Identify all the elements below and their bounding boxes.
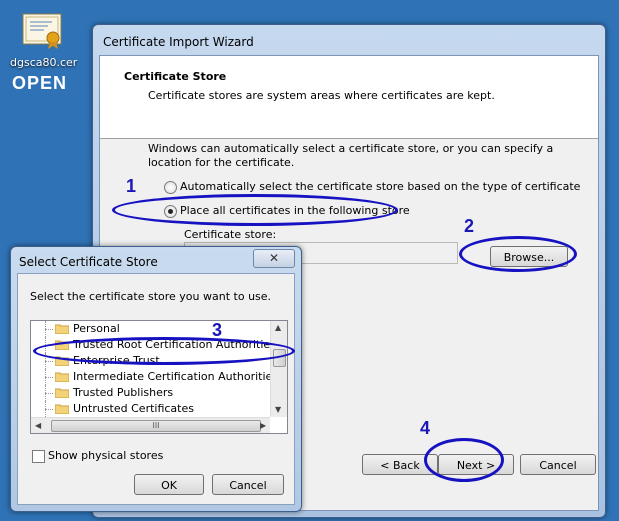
folder-icon [55,388,69,398]
tree-item-label: Untrusted Certificates [73,402,194,415]
horizontal-scroll-thumb[interactable]: III [51,420,261,432]
wizard-cancel-button[interactable]: Cancel [520,454,596,475]
certificate-file-icon[interactable] [22,12,64,50]
scroll-right-icon[interactable]: ▶ [260,421,266,430]
annotation-step-2: 2 [464,216,475,236]
annotation-ellipse-1 [112,194,398,226]
certificate-store-label: Certificate store: [184,228,277,241]
tree-item-label: Trusted Publishers [73,386,174,399]
annotation-ellipse-3 [33,337,295,365]
tree-item-intermediate[interactable]: Intermediate Certification Authorities [31,369,278,385]
folder-icon [55,404,69,414]
dialog-title: Select Certificate Store [19,255,158,269]
annotation-ellipse-4 [424,438,504,482]
auto-select-radio[interactable] [164,181,177,194]
annotation-step-3: 3 [212,320,223,340]
dialog-content: Select the certificate store you want to… [17,273,295,505]
tree-item-personal[interactable]: Personal [31,321,271,337]
desktop-file-label: dgsca80.cer [10,56,78,69]
scroll-down-icon[interactable]: ▼ [275,405,281,414]
annotation-step-4: 4 [420,418,431,438]
scroll-left-icon[interactable]: ◀ [35,421,41,430]
page-heading: Certificate Store [124,70,227,83]
close-icon: ✕ [268,251,280,265]
scroll-up-icon[interactable]: ▲ [275,323,281,332]
annotation-ellipse-2 [459,236,577,272]
wizard-title: Certificate Import Wizard [103,35,254,49]
vertical-scrollbar[interactable]: ▲ ▼ [270,321,287,417]
folder-icon [55,372,69,382]
horizontal-scrollbar[interactable]: ◀ III ▶ [31,417,270,433]
close-button[interactable]: ✕ [253,249,295,268]
page-description: Certificate stores are system areas wher… [148,89,495,102]
select-certificate-store-dialog: Select Certificate Store ✕ Select the ce… [10,246,302,512]
dialog-prompt: Select the certificate store you want to… [30,290,272,303]
tree-item-label: Personal [73,322,120,335]
auto-select-radio-label[interactable]: Automatically select the certificate sto… [180,180,580,193]
show-physical-stores-label[interactable]: Show physical stores [48,449,163,462]
dialog-cancel-button[interactable]: Cancel [212,474,284,495]
tree-item-label: Intermediate Certification Authorities [73,370,279,383]
auto-select-explanation: Windows can automatically select a certi… [148,142,554,169]
annotation-step-1: 1 [126,176,137,196]
open-annotation: OPEN [12,73,68,93]
tree-item-trusted-publishers[interactable]: Trusted Publishers [31,385,271,401]
folder-icon [55,324,69,334]
tree-item-untrusted[interactable]: Untrusted Certificates [31,401,271,417]
show-physical-stores-checkbox[interactable] [32,450,45,463]
wizard-header: Certificate Store Certificate stores are… [100,56,598,139]
ok-button[interactable]: OK [134,474,204,495]
